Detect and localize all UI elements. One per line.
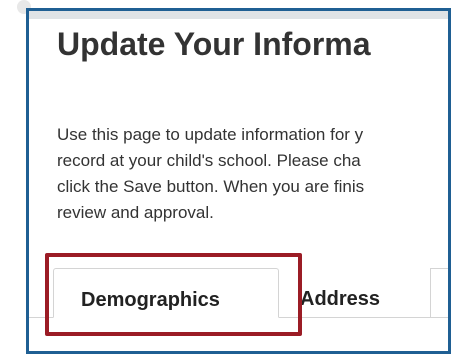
- instructions-line: review and approval.: [57, 203, 214, 222]
- tab-address[interactable]: Address: [297, 268, 427, 318]
- tab-next-partial[interactable]: [430, 268, 448, 318]
- instructions-line: Use this page to update information for …: [57, 125, 364, 144]
- highlight-box: [45, 253, 302, 336]
- instructions-line: record at your child's school. Please ch…: [57, 151, 361, 170]
- tab-address-label: Address: [300, 288, 381, 310]
- page-title: Update Your Informa: [57, 26, 371, 62]
- instructions-text: Use this page to update information for …: [57, 122, 448, 226]
- top-bar: [29, 11, 448, 19]
- instructions-line: click the Save button. When you are fini…: [57, 177, 365, 196]
